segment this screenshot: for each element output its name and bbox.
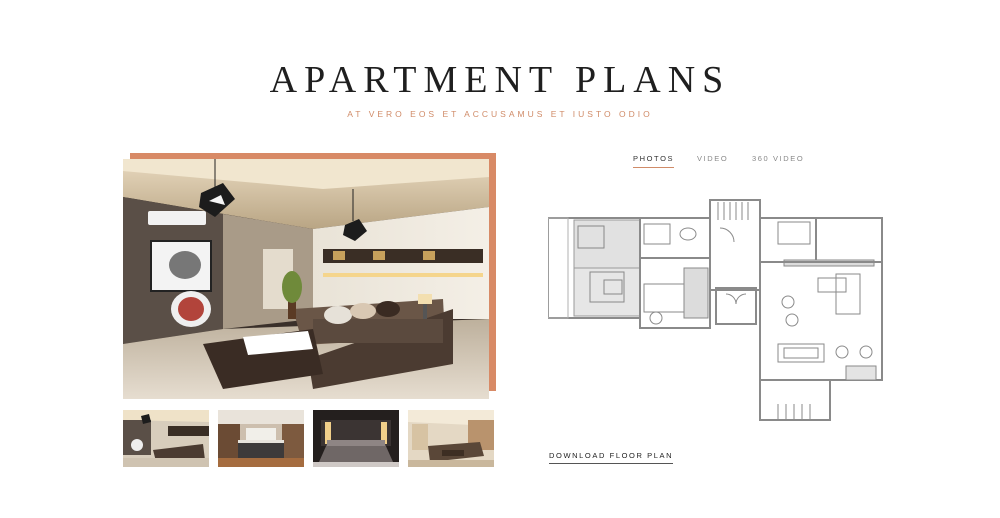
tab-360-video[interactable]: 360 VIDEO — [752, 154, 804, 167]
thumbnail-strip — [123, 410, 495, 467]
page-title: APARTMENT PLANS — [269, 59, 731, 101]
thumbnail-lounge[interactable] — [408, 410, 494, 467]
tab-video[interactable]: VIDEO — [697, 154, 728, 167]
thumbnail-kitchen[interactable] — [218, 410, 304, 467]
page-subtitle: AT VERO EOS ET ACCUSAMUS ET IUSTO ODIO — [347, 109, 653, 119]
download-floor-plan-link[interactable]: DOWNLOAD FLOOR PLAN — [549, 451, 674, 464]
floor-plan — [547, 194, 888, 424]
tab-photos[interactable]: PHOTOS — [633, 154, 675, 168]
thumbnail-bedroom[interactable] — [313, 410, 399, 467]
thumbnail-living-room[interactable] — [123, 410, 209, 467]
main-photo — [123, 159, 489, 399]
